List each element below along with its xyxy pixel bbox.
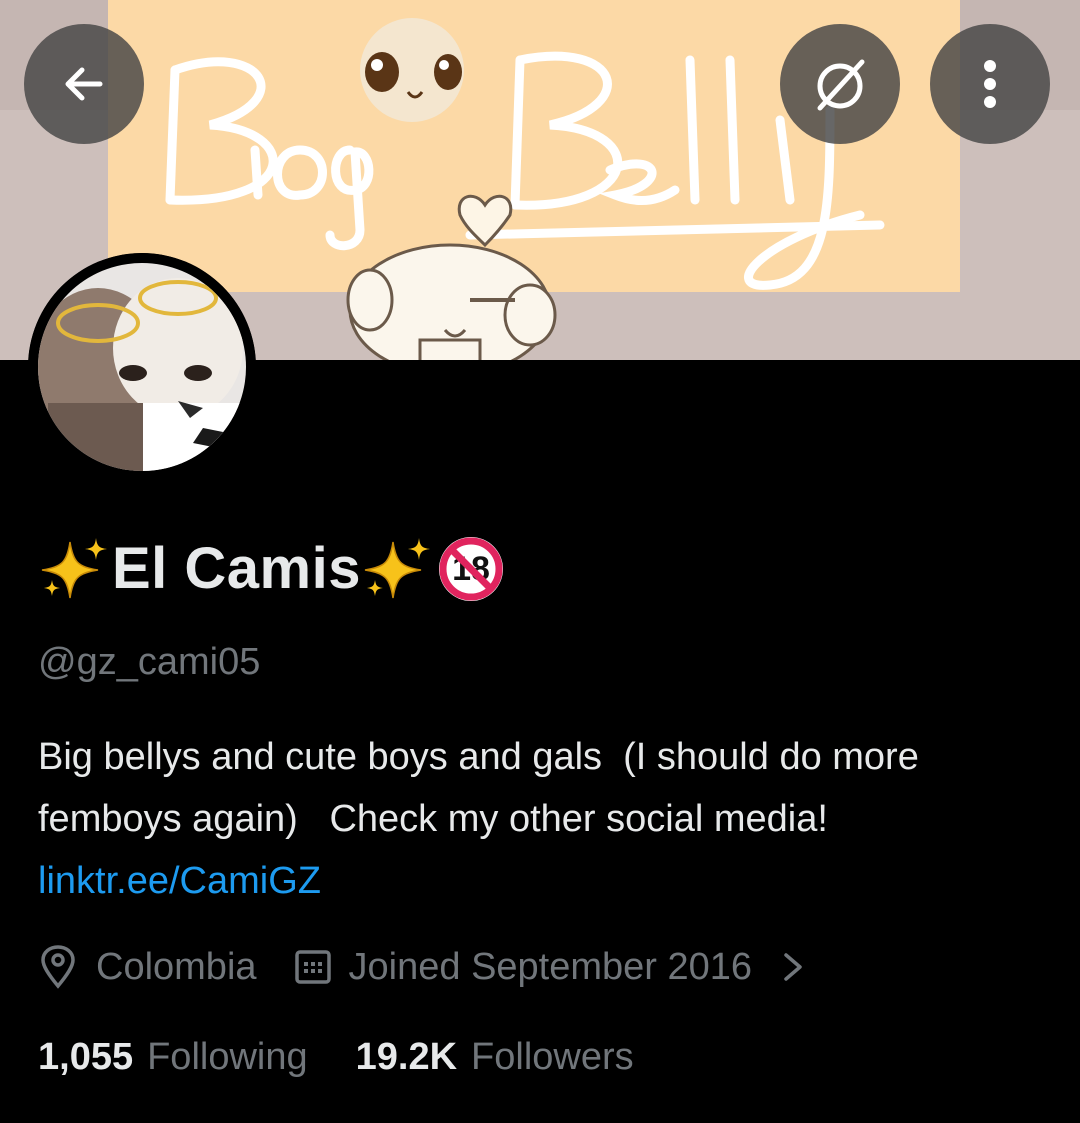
no-under-18-icon: 18 bbox=[435, 533, 507, 605]
more-vertical-icon bbox=[984, 60, 996, 108]
user-handle: @gz_cami05 bbox=[38, 641, 261, 683]
location: Colombia bbox=[38, 944, 257, 990]
join-date-text: Joined September 2016 bbox=[348, 945, 753, 988]
profile-bio: Big bellys and cute boys and gals (I sho… bbox=[38, 726, 1038, 912]
sparkles-icon bbox=[364, 538, 430, 599]
back-button[interactable] bbox=[24, 24, 144, 144]
chevron-right-icon bbox=[784, 953, 802, 981]
avatar-image bbox=[28, 253, 256, 481]
following-link[interactable]: 1,055 Following bbox=[38, 1036, 308, 1079]
following-count: 1,055 bbox=[38, 1036, 134, 1078]
eye-slash-icon bbox=[817, 59, 865, 111]
display-name: El Camis bbox=[112, 536, 361, 601]
followers-link[interactable]: 19.2K Followers bbox=[356, 1036, 634, 1079]
more-options-button[interactable] bbox=[930, 24, 1050, 144]
calendar-icon bbox=[294, 950, 331, 984]
join-date[interactable]: Joined September 2016 bbox=[293, 946, 809, 989]
follow-stats: 1,055 Following 19.2K Followers bbox=[38, 1036, 634, 1079]
display-name-row: El Camis 18 bbox=[38, 533, 507, 605]
followers-count: 19.2K bbox=[355, 1036, 458, 1078]
following-label: Following bbox=[147, 1036, 308, 1078]
location-text: Colombia bbox=[96, 945, 257, 988]
arrow-left-icon bbox=[65, 67, 103, 101]
location-pin-icon bbox=[41, 945, 75, 989]
profile-meta: Colombia Joined September 2016 bbox=[38, 944, 808, 990]
bio-text: Big bellys and cute boys and gals (I sho… bbox=[38, 736, 930, 840]
hide-button[interactable] bbox=[780, 24, 900, 144]
followers-label: Followers bbox=[471, 1036, 634, 1078]
bio-link[interactable]: linktr.ee/CamiGZ bbox=[38, 860, 321, 902]
profile-avatar[interactable] bbox=[28, 253, 256, 481]
sparkles-icon bbox=[41, 538, 107, 599]
